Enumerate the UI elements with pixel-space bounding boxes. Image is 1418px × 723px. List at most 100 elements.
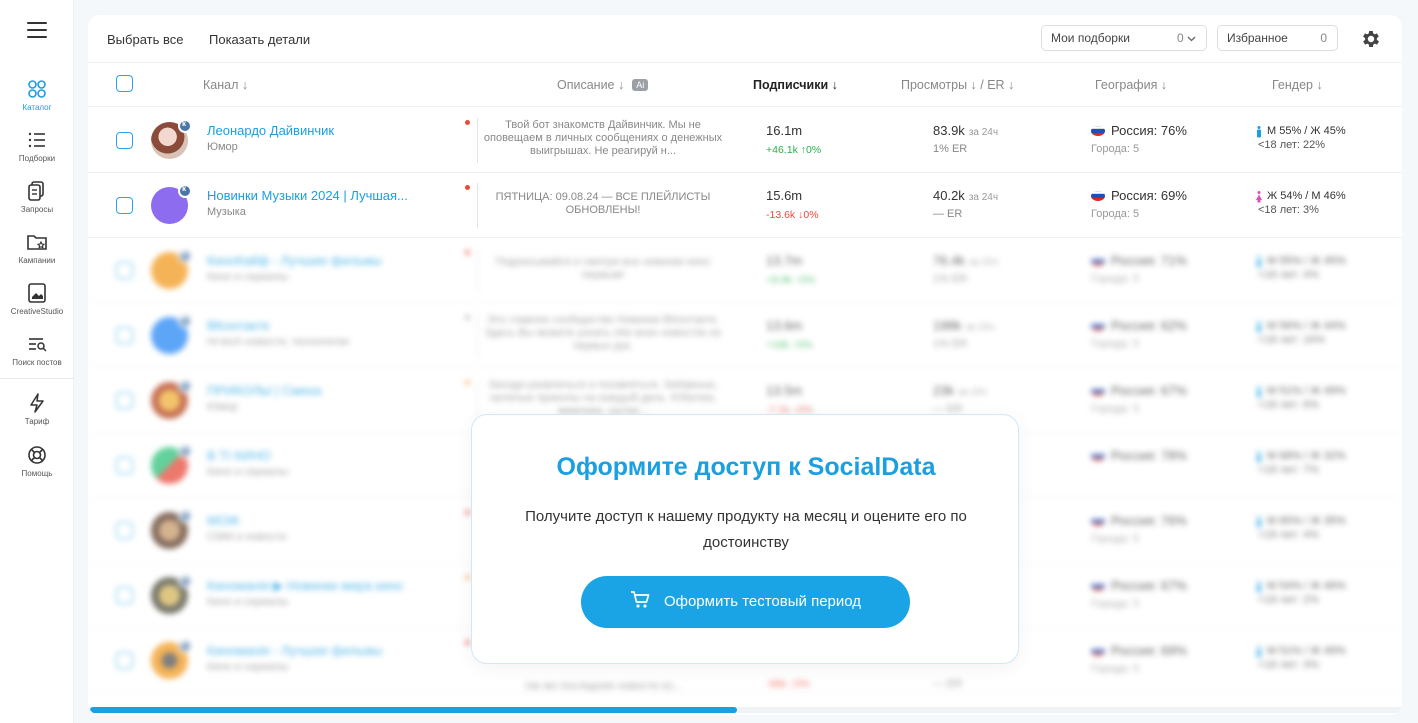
male-icon [1257,256,1261,268]
column-views-er[interactable]: Просмотры ↓ / ER ↓ [901,78,1014,92]
channel-category: Юмор [207,401,238,413]
subscribers-count: 13.7m [766,253,803,268]
channel-name[interactable]: Киноманія - Лучшие фильмы [207,643,447,658]
vk-badge-icon [178,574,192,588]
vk-badge-icon [178,119,192,133]
male-icon [1257,581,1261,593]
row-checkbox[interactable] [116,197,133,214]
age-under-18: <18 лет: 3% [1258,659,1319,671]
my-collections-dropdown[interactable]: Мои подборки 0 [1041,25,1207,51]
female-icon [1256,191,1262,203]
channel-name[interactable]: В ТI КИНО [207,448,447,463]
list-icon [28,132,45,148]
select-all-link[interactable]: Выбрать все [107,32,183,47]
er-value: 1% ER [933,338,968,350]
channel-name[interactable]: Киноманія ▶ Новинки мира кино [207,578,447,594]
sidebar: Каталог Подборки Запросы Кампании Creati… [0,0,74,723]
vk-badge-icon [178,639,192,653]
row-checkbox[interactable] [116,132,133,149]
row-checkbox[interactable] [116,392,133,409]
status-dot [465,250,470,255]
table-row[interactable]: Новинки Музыки 2024 | Лучшая... Музыка П… [88,173,1402,238]
sidebar-item-requests[interactable]: Запросы [0,180,74,214]
russia-flag-icon [1091,516,1105,526]
views-count: 83.9k за 24ч [933,123,999,138]
row-checkbox[interactable] [116,457,133,474]
age-under-18: <18 лет: 22% [1258,139,1326,151]
row-checkbox[interactable] [116,652,133,669]
sidebar-item-label: CreativeStudio [10,307,64,316]
sidebar-item-tariff[interactable]: Тариф [0,392,74,426]
male-icon [1257,646,1261,658]
views-count: 198k за 24ч [933,318,995,333]
sidebar-item-post-search[interactable]: Поиск постов [0,333,74,367]
geo-share: Россия: 67% [1111,578,1187,593]
geo-share: Россия: 78% [1111,448,1187,463]
menu-icon[interactable] [27,22,47,38]
modal-text: Получите доступ к нашему продукту на мес… [525,508,967,551]
sidebar-divider [0,378,74,379]
favorites-button[interactable]: Избранное 0 [1217,25,1338,51]
scrollbar-thumb[interactable] [90,707,737,713]
gear-icon[interactable] [1360,28,1382,50]
channel-name[interactable]: КиноКайф - Лучшие фильмы [207,253,447,268]
channel-name[interactable]: ПРИКОЛЫ | Смеха [207,383,447,398]
table-row[interactable]: Леонардо Дайвинчик Юмор Твой бот знакомс… [88,108,1402,173]
row-checkbox[interactable] [116,522,133,539]
image-icon [28,283,46,303]
russia-flag-icon [1091,256,1105,266]
russia-flag-icon [1091,126,1105,136]
favorites-count: 0 [1320,31,1327,45]
sidebar-item-catalog[interactable]: Каталог [0,78,74,112]
channel-category: Кино и сериалы [207,271,289,283]
column-subscribers[interactable]: Подписчики ↓ [753,78,838,92]
row-checkbox[interactable] [116,327,133,344]
subscribers-growth: -13.6k ↓0% [766,209,819,221]
cities-count: Города: 5 [1091,208,1140,220]
select-all-checkbox[interactable] [116,75,133,92]
male-icon [1257,451,1261,463]
vk-badge-icon [178,314,192,328]
subscribers-growth: +8.9k ↑0% [766,274,816,286]
sidebar-item-collections[interactable]: Подборки [0,129,74,163]
show-details-link[interactable]: Показать детали [209,32,310,47]
channel-name[interactable]: Леонардо Дайвинчик [207,123,447,138]
table-row[interactable]: ВКонтакте Hi-tech новости, технологии Эт… [88,303,1402,368]
folder-star-icon [27,235,47,250]
channel-name[interactable]: МОЖ [207,513,447,528]
vk-badge-icon [178,509,192,523]
sidebar-item-label: Помощь [21,469,53,478]
ai-badge[interactable]: Ai [632,79,649,91]
column-description[interactable]: Описание ↓ Ai [557,78,649,92]
sidebar-item-help[interactable]: Помощь [0,444,74,478]
channel-category: Юмор [207,141,238,153]
trial-button[interactable]: Оформить тестовый период [581,576,910,628]
row-checkbox[interactable] [116,587,133,604]
age-under-18: <18 лет: 2% [1258,594,1319,606]
table-row[interactable]: КиноКайф - Лучшие фильмы Кино и сериалы … [88,238,1402,303]
channel-name[interactable]: ВКонтакте [207,318,447,333]
channel-description: Заходи развлечься и посмеяться. Забавные… [488,379,718,417]
column-geography[interactable]: География ↓ [1095,78,1167,92]
cities-count: Города: 5 [1091,143,1140,155]
channel-category: Hi-tech новости, технологии [207,336,349,348]
column-channel[interactable]: Канал ↓ [203,78,248,92]
cities-count: Города: 5 [1091,273,1140,285]
row-checkbox[interactable] [116,262,133,279]
channel-description: Подписывайся и смотри все новинки кино п… [495,256,711,281]
gender-split: М 51% / Ж 49% [1267,645,1346,657]
column-gender[interactable]: Гендер ↓ [1272,78,1323,92]
male-icon [1257,126,1261,138]
gender-split: М 51% / Ж 49% [1267,385,1346,397]
column-description-label: Описание ↓ [557,78,625,92]
my-collections-count: 0 [1176,31,1184,45]
sidebar-item-creativestudio[interactable]: CreativeStudio [0,282,74,316]
divider [477,313,478,358]
sidebar-item-campaigns[interactable]: Кампании [0,231,74,265]
male-icon [1257,321,1261,333]
sidebar-item-label: Подборки [18,154,56,163]
catalog-icon [28,80,46,98]
status-dot [465,315,470,320]
channel-name[interactable]: Новинки Музыки 2024 | Лучшая... [207,188,447,203]
divider [477,183,478,228]
